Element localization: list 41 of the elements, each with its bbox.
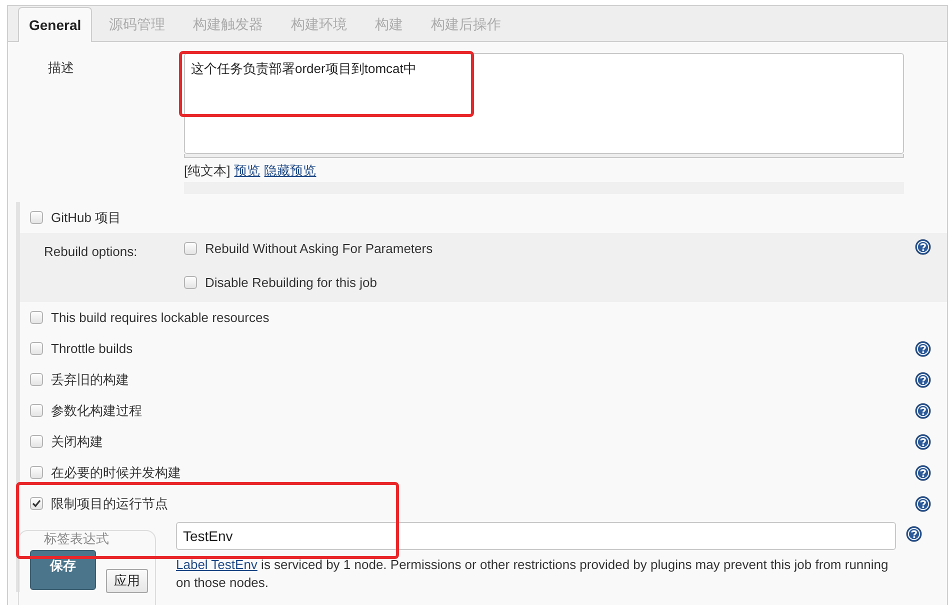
option-label: This build requires lockable resources — [51, 310, 270, 325]
apply-button[interactable]: 应用 — [106, 569, 148, 593]
help-icon[interactable] — [915, 496, 931, 512]
help-icon[interactable] — [906, 526, 922, 542]
option-label: 在必要的时候并发构建 — [51, 464, 181, 482]
checkbox[interactable] — [30, 373, 43, 386]
option-label: GitHub 项目 — [51, 208, 122, 226]
checkbox[interactable] — [30, 404, 43, 417]
option-label: Rebuild Without Asking For Parameters — [205, 240, 433, 256]
checkbox[interactable] — [30, 435, 43, 448]
tab[interactable]: General — [18, 7, 92, 42]
checkbox[interactable] — [30, 342, 43, 355]
help-text: Label TestEnv is serviced by 1 node. Permissions or other restrictions provided by plugins may prevent this job from running on those nodes. — [176, 556, 890, 592]
checkbox[interactable] — [184, 276, 197, 289]
option-label: 限制项目的运行节点 — [51, 494, 168, 512]
help-icon[interactable] — [915, 434, 931, 450]
option-label: Disable Rebuilding for this job — [205, 275, 377, 290]
field-label: 描述 — [48, 60, 74, 75]
option-label: 参数化构建过程 — [51, 402, 142, 420]
label-link[interactable]: Label TestEnv — [176, 557, 258, 572]
help-icon[interactable] — [915, 464, 931, 480]
checkbox[interactable] — [30, 211, 43, 224]
field-label: 标签表达式 — [44, 531, 109, 546]
checkbox[interactable] — [184, 242, 197, 254]
preview-link[interactable]: 隐藏预览 — [264, 162, 316, 180]
help-icon[interactable] — [915, 239, 931, 255]
option-label: Throttle builds — [51, 341, 133, 356]
checkbox[interactable] — [30, 497, 43, 510]
description-field[interactable]: 这个任务负责部署order项目到tomcat中 — [184, 53, 904, 154]
preview-link[interactable]: 预览 — [234, 162, 260, 180]
help-icon[interactable] — [915, 372, 931, 388]
checkbox[interactable] — [30, 311, 43, 324]
option-label: Rebuild options: — [44, 244, 138, 259]
checkbox[interactable] — [30, 466, 43, 479]
help-icon[interactable] — [915, 340, 931, 356]
option-label: 关闭构建 — [51, 432, 103, 450]
option-label: 丢弃旧的构建 — [51, 370, 129, 388]
save-button[interactable]: 保存 — [30, 550, 96, 590]
label-expression-field[interactable]: TestEnv — [176, 522, 896, 550]
help-icon[interactable] — [915, 402, 931, 418]
format-label: [纯文本] — [184, 162, 230, 180]
